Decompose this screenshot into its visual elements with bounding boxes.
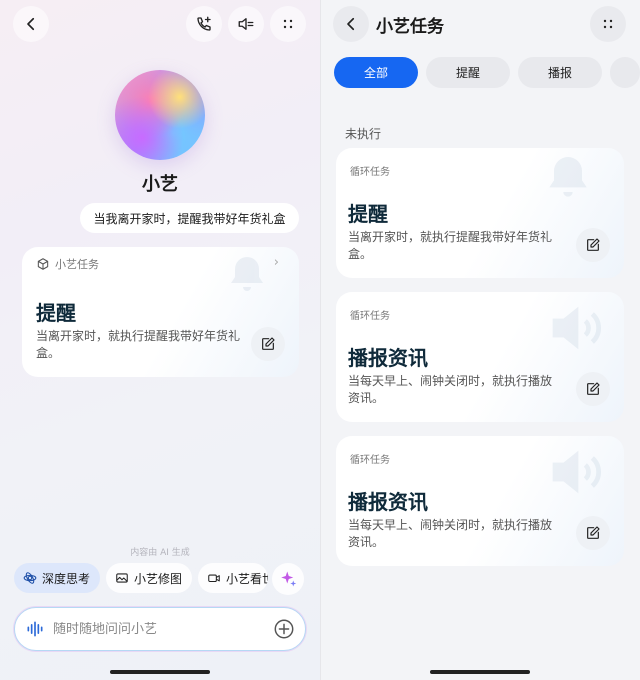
phone-add-icon bbox=[197, 16, 211, 31]
four-dots-icon bbox=[283, 19, 293, 29]
edit-task-button[interactable] bbox=[251, 327, 285, 361]
task-description: 当离开家时，就执行提醒我带好年货礼盒。 bbox=[348, 230, 553, 261]
task-title: 提醒 bbox=[348, 202, 388, 226]
chat-input-box[interactable] bbox=[14, 607, 306, 651]
bell-watermark-icon bbox=[231, 257, 263, 291]
assistant-name: 小艺 bbox=[142, 174, 178, 195]
speaker-watermark-icon bbox=[552, 306, 601, 350]
edit-icon bbox=[587, 238, 600, 251]
edit-task-button[interactable] bbox=[576, 516, 610, 550]
chat-input[interactable] bbox=[53, 621, 273, 637]
edit-icon bbox=[262, 337, 275, 350]
section-label-pending: 未执行 bbox=[345, 127, 382, 141]
tab-broadcast[interactable]: 播报 bbox=[518, 57, 602, 88]
tab-all[interactable]: 全部 bbox=[334, 57, 418, 88]
task-category: 循环任务 bbox=[350, 167, 390, 178]
speaker-watermark-icon bbox=[552, 450, 601, 494]
task-title: 播报资讯 bbox=[348, 346, 428, 370]
four-dots-icon bbox=[603, 19, 613, 29]
ai-generated-note: 内容由 AI 生成 bbox=[130, 548, 190, 558]
task-category: 循环任务 bbox=[350, 455, 390, 466]
image-edit-icon bbox=[116, 573, 128, 583]
chat-panel: 小艺 当我离开家时，提醒我带好年货礼盒 小艺任务 › 提醒 当离开家时，就执行提… bbox=[0, 0, 320, 680]
sparkle-button[interactable] bbox=[272, 563, 304, 595]
task-card-header: 小艺任务 bbox=[36, 256, 99, 272]
chip-image-edit[interactable]: 小艺修图 bbox=[106, 563, 192, 593]
chevron-right-icon[interactable]: › bbox=[274, 255, 279, 270]
back-button-right[interactable] bbox=[333, 6, 369, 42]
call-button[interactable] bbox=[186, 6, 222, 42]
add-circle-icon[interactable] bbox=[273, 618, 295, 640]
camera-icon bbox=[208, 574, 220, 583]
more-button[interactable] bbox=[270, 6, 306, 42]
task-title: 提醒 bbox=[36, 301, 76, 325]
edit-icon bbox=[587, 526, 600, 539]
task-card-header-label: 小艺任务 bbox=[55, 258, 99, 271]
task-description: 当每天早上、闹钟关闭时，就执行播放资讯。 bbox=[348, 518, 553, 549]
chip-deep-think[interactable]: 深度思考 bbox=[14, 563, 100, 593]
chip-camera-world[interactable]: 小艺看世界 bbox=[198, 563, 268, 593]
task-card[interactable]: 循环任务 播报资讯 当每天早上、闹钟关闭时，就执行播放资讯。 bbox=[336, 436, 624, 566]
chip-label: 小艺修图 bbox=[134, 571, 183, 586]
deep-think-icon bbox=[23, 572, 37, 584]
task-card[interactable]: 小艺任务 › 提醒 当离开家时，就执行提醒我带好年货礼盒。 bbox=[22, 247, 299, 377]
edit-task-button[interactable] bbox=[576, 228, 610, 262]
chip-label: 小艺看世界 bbox=[226, 571, 268, 586]
mute-button[interactable] bbox=[228, 6, 264, 42]
back-button[interactable] bbox=[13, 6, 49, 42]
cube-icon bbox=[37, 258, 49, 270]
task-description: 当离开家时，就执行提醒我带好年货礼盒。 bbox=[36, 329, 241, 360]
xiaoyi-avatar bbox=[115, 70, 205, 160]
chevron-left-icon bbox=[347, 17, 355, 31]
task-card[interactable]: 循环任务 提醒 当离开家时，就执行提醒我带好年货礼盒。 bbox=[336, 148, 624, 278]
bell-watermark-icon bbox=[549, 157, 587, 197]
edit-task-button[interactable] bbox=[576, 372, 610, 406]
home-indicator[interactable] bbox=[110, 670, 210, 674]
voice-wave-icon[interactable] bbox=[25, 619, 45, 639]
chip-label: 深度思考 bbox=[42, 571, 91, 586]
task-card[interactable]: 循环任务 播报资讯 当每天早上、闹钟关闭时，就执行播放资讯。 bbox=[336, 292, 624, 422]
user-message-bubble: 当我离开家时，提醒我带好年货礼盒 bbox=[80, 203, 299, 233]
task-description: 当每天早上、闹钟关闭时，就执行播放资讯。 bbox=[348, 374, 553, 405]
speaker-mute-icon bbox=[238, 18, 254, 30]
more-button-right[interactable] bbox=[590, 6, 626, 42]
home-indicator-right[interactable] bbox=[430, 670, 530, 674]
task-title: 播报资讯 bbox=[348, 490, 428, 514]
sparkle-icon bbox=[281, 571, 297, 587]
chevron-left-icon bbox=[27, 17, 35, 31]
task-category: 循环任务 bbox=[350, 311, 390, 322]
tab-more-partial[interactable] bbox=[610, 57, 640, 88]
edit-icon bbox=[587, 382, 600, 395]
tab-reminder[interactable]: 提醒 bbox=[426, 57, 510, 88]
page-title: 小艺任务 bbox=[376, 17, 444, 37]
